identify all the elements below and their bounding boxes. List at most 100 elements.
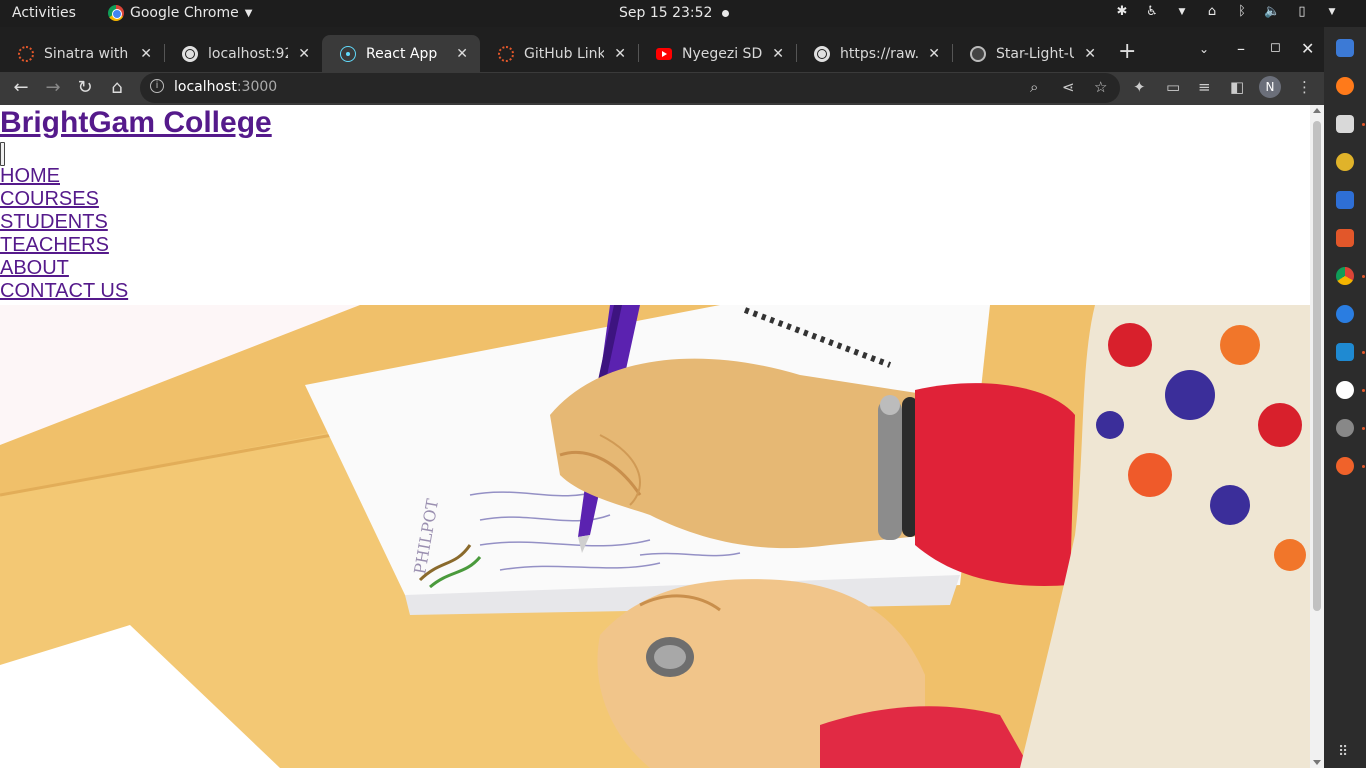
slack-dock-icon[interactable] (1336, 381, 1354, 399)
tab-title: https://raw.g (840, 45, 918, 62)
app-menu[interactable]: Google Chrome ▼ (108, 5, 252, 21)
close-window-icon[interactable]: ✕ (1301, 39, 1314, 58)
slack-icon[interactable]: ✱ (1114, 4, 1130, 19)
tab-strip: Sinatra with A ✕ localhost:929 ✕ React A… (0, 27, 1324, 72)
show-apps-icon[interactable]: ⠿ (1338, 744, 1348, 760)
close-icon[interactable]: ✕ (456, 46, 468, 62)
tab[interactable]: localhost:929 ✕ (164, 35, 322, 72)
cast-icon[interactable]: ▭ (1166, 78, 1180, 96)
battery-icon[interactable]: ▯ (1294, 4, 1310, 19)
forward-button[interactable]: → (42, 77, 64, 98)
tab-title: localhost:929 (208, 45, 288, 62)
new-tab-button[interactable]: + (1118, 39, 1136, 64)
url-text[interactable]: localhost:3000 (174, 79, 277, 95)
maximize-icon[interactable]: ◻ (1270, 40, 1281, 55)
home-button[interactable]: ⌂ (106, 77, 128, 98)
clock[interactable]: Sep 15 23:52 (619, 5, 730, 21)
reload-button[interactable]: ↻ (74, 77, 96, 98)
more-menu-icon[interactable]: ⋮ (1297, 78, 1312, 96)
react-icon (340, 45, 356, 62)
running-indicator (1362, 427, 1365, 430)
caret-down-icon: ▼ (1328, 6, 1336, 17)
close-icon[interactable]: ✕ (928, 46, 940, 62)
tab-title: Star-Light-Un (996, 45, 1075, 62)
running-indicator (1362, 275, 1365, 278)
globe-icon (182, 45, 198, 62)
running-indicator (1362, 389, 1365, 392)
bluetooth-icon[interactable]: ᛒ (1234, 4, 1250, 19)
close-icon[interactable]: ✕ (772, 46, 784, 62)
app-name: Google Chrome (130, 5, 239, 21)
media-control-icon[interactable]: ≡ (1198, 78, 1211, 96)
software-center-icon[interactable] (1336, 229, 1354, 247)
brand-link[interactable]: BrightGam College (0, 106, 272, 140)
rhythmbox-icon[interactable] (1336, 153, 1354, 171)
site-info-icon[interactable]: i (150, 79, 164, 93)
clock-text: Sep 15 23:52 (619, 5, 713, 21)
tab-search-icon[interactable]: ⌄ (1199, 42, 1209, 56)
github-icon (970, 45, 986, 62)
tab[interactable]: https://raw.g ✕ (796, 35, 952, 72)
activities-button[interactable]: Activities (12, 5, 76, 21)
accessibility-icon[interactable]: ♿ (1144, 4, 1160, 19)
network-icon[interactable]: ⌂ (1204, 4, 1220, 19)
tab-title: Nyegezi SDA (682, 45, 762, 62)
nav-link-teachers[interactable]: TEACHERS (0, 234, 109, 256)
postman-icon[interactable] (1336, 457, 1354, 475)
tab[interactable]: GitHub Link: F ✕ (480, 35, 638, 72)
system-top-bar: Activities Google Chrome ▼ Sep 15 23:52 … (0, 0, 1366, 27)
running-indicator (1362, 465, 1365, 468)
volume-icon[interactable]: 🔈 (1264, 4, 1280, 19)
scroll-up-icon[interactable] (1313, 108, 1321, 113)
writer-icon[interactable] (1336, 191, 1354, 209)
system-tray[interactable]: ✱ ♿ ▼ ⌂ ᛒ 🔈 ▯ ▼ (1114, 4, 1340, 19)
ring-icon (498, 45, 514, 62)
back-button[interactable]: ← (10, 77, 32, 98)
tab[interactable]: Star-Light-Un ✕ (952, 35, 1108, 72)
zoom-icon[interactable]: ⌕ (1030, 78, 1038, 96)
profile-avatar[interactable]: N (1259, 76, 1281, 98)
close-icon[interactable]: ✕ (298, 46, 310, 62)
page-viewport: BrightGam College HOME COURSES STUDENTS … (0, 105, 1310, 768)
disk-icon[interactable] (1336, 419, 1354, 437)
nav-link-about[interactable]: ABOUT (0, 257, 69, 279)
notification-dot-icon (722, 9, 730, 17)
youtube-icon (656, 47, 672, 60)
page-scrollbar[interactable] (1310, 105, 1324, 768)
ring-icon (18, 45, 34, 62)
extensions-icon[interactable]: ✦ (1133, 78, 1146, 96)
tab[interactable]: Sinatra with A ✕ (0, 35, 164, 72)
hero-image: PHILPOT (0, 305, 1310, 768)
nav-link-courses[interactable]: COURSES (0, 188, 99, 210)
help-icon[interactable] (1336, 305, 1354, 323)
globe-icon (814, 45, 830, 62)
close-icon[interactable]: ✕ (1084, 46, 1096, 62)
side-panel-icon[interactable]: ◧ (1230, 78, 1244, 96)
close-icon[interactable]: ✕ (614, 46, 626, 62)
tab-title: React App (366, 45, 438, 62)
address-bar[interactable]: i localhost:3000 ⌕ ⋖ ☆ (140, 73, 1120, 103)
scrollbar-thumb[interactable] (1313, 121, 1321, 611)
writing-hand-illustration: PHILPOT (0, 305, 1310, 768)
nav-link-contact[interactable]: CONTACT US (0, 280, 128, 302)
tab-active[interactable]: React App ✕ (322, 35, 480, 72)
nav-toggle-button[interactable] (0, 142, 5, 166)
firefox-icon[interactable] (1336, 77, 1354, 95)
running-indicator (1362, 123, 1365, 126)
nav-link-home[interactable]: HOME (0, 165, 60, 187)
minimize-icon[interactable]: – (1237, 39, 1245, 58)
tab-title: GitHub Link: F (524, 45, 605, 62)
tab[interactable]: Nyegezi SDA ✕ (638, 35, 796, 72)
share-icon[interactable]: ⋖ (1062, 78, 1075, 96)
vscode-icon[interactable] (1336, 343, 1354, 361)
scroll-down-icon[interactable] (1313, 760, 1321, 765)
settings-app-icon[interactable] (1336, 39, 1354, 57)
tab-title: Sinatra with A (44, 45, 130, 62)
main-nav: HOME COURSES STUDENTS TEACHERS ABOUT CON… (0, 165, 128, 303)
files-icon[interactable] (1336, 115, 1354, 133)
close-icon[interactable]: ✕ (140, 46, 152, 62)
bookmark-star-icon[interactable]: ☆ (1094, 78, 1107, 96)
browser-toolbar: ← → ↻ ⌂ i localhost:3000 ⌕ ⋖ ☆ ✦ ▭ ≡ ◧ N… (0, 72, 1324, 105)
nav-link-students[interactable]: STUDENTS (0, 211, 108, 233)
chrome-dock-icon[interactable] (1336, 267, 1354, 285)
